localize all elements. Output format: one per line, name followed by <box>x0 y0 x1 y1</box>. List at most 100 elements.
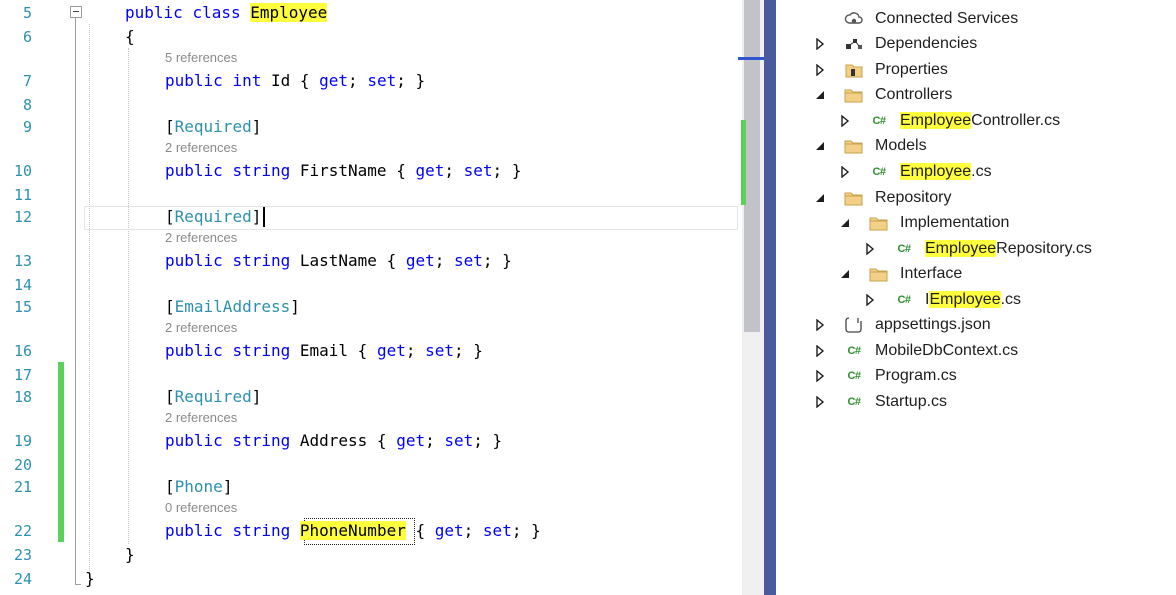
collapsed-arrow-icon[interactable] <box>814 390 826 414</box>
label-rest: Controller.cs <box>971 112 1061 129</box>
label-highlight: Employee <box>929 291 1001 308</box>
collapsed-arrow-icon[interactable] <box>839 160 851 184</box>
outline-end <box>75 584 81 585</box>
dependencies-icon <box>844 32 864 56</box>
code-token: get <box>376 341 406 360</box>
tree-item-label: Implementation <box>900 214 1010 231</box>
code-line[interactable]: public class Employee <box>125 2 328 24</box>
collapsed-arrow-icon[interactable] <box>814 339 826 363</box>
code-token: ; <box>444 161 464 180</box>
codelens-references[interactable]: 2 references <box>165 410 237 426</box>
tree-item[interactable]: C# IEmployee.cs <box>776 288 1176 312</box>
codelens-references[interactable]: 2 references <box>165 320 237 336</box>
code-token: get <box>319 71 349 90</box>
panel-divider[interactable] <box>764 0 776 595</box>
expanded-arrow-icon[interactable] <box>814 186 826 210</box>
code-token: { <box>405 521 435 540</box>
tree-item[interactable]: Repository <box>776 186 1176 210</box>
line-number: 11 <box>13 186 32 204</box>
codelens-references[interactable]: 0 references <box>165 500 237 516</box>
codelens-references[interactable]: 2 references <box>165 230 237 246</box>
code-token: ; <box>463 521 483 540</box>
code-token: ; <box>348 71 368 90</box>
code-line[interactable]: public string LastName { get; set; } <box>165 250 512 272</box>
text-caret <box>263 207 265 227</box>
code-line[interactable]: [Required] <box>165 386 261 408</box>
csharp-file-icon: C# <box>872 115 886 127</box>
collapsed-arrow-icon[interactable] <box>864 288 876 312</box>
scrollbar-change-marker <box>741 120 746 205</box>
codelens-references[interactable]: 2 references <box>165 140 237 156</box>
code-line[interactable]: } <box>125 544 135 566</box>
code-token: ; } <box>396 71 426 90</box>
code-token: Required <box>174 117 252 136</box>
code-line[interactable]: [Required] <box>165 206 261 228</box>
line-number: 20 <box>13 456 32 474</box>
label-highlight: Employee <box>900 112 972 129</box>
code-token: set <box>482 521 512 540</box>
change-marker <box>58 362 64 542</box>
expanded-arrow-icon[interactable] <box>839 211 851 235</box>
code-line[interactable]: { <box>125 26 135 48</box>
connected-services-icon <box>844 7 864 31</box>
collapse-region-icon[interactable] <box>70 6 82 18</box>
code-token: public <box>165 251 223 270</box>
code-line[interactable]: public string PhoneNumber { get; set; } <box>165 520 541 542</box>
tree-item[interactable]: C# Program.cs <box>776 364 1176 388</box>
csharp-file-icon: C# <box>872 166 886 178</box>
code-token: Required <box>174 207 252 226</box>
tree-item[interactable]: C# EmployeeController.cs <box>776 109 1176 133</box>
csharp-file-icon: C# <box>847 370 861 382</box>
collapsed-arrow-icon[interactable] <box>814 313 826 337</box>
tree-item-label: EmployeeRepository.cs <box>925 237 1092 261</box>
expanded-arrow-icon[interactable] <box>814 134 826 158</box>
code-token: public <box>165 341 223 360</box>
scrollbar-caret-marker <box>738 57 764 60</box>
code-token: [ <box>165 387 175 406</box>
tree-item[interactable]: Implementation <box>776 211 1176 235</box>
code-line[interactable]: [EmailAddress] <box>165 296 300 318</box>
code-line[interactable]: } <box>85 568 95 590</box>
code-token: class <box>192 3 241 22</box>
code-editor[interactable]: 5 public class Employee 6 {7 5 references pub… <box>0 0 742 595</box>
code-token: ; <box>405 341 426 360</box>
collapsed-arrow-icon[interactable] <box>814 364 826 388</box>
code-token: public <box>165 431 223 450</box>
code-line[interactable]: public string FirstName { get; set; } <box>165 160 521 182</box>
tree-item-label: Repository <box>875 189 952 206</box>
collapsed-arrow-icon[interactable] <box>814 58 826 82</box>
tree-item[interactable]: C# Startup.cs <box>776 390 1176 414</box>
tree-item-label: Program.cs <box>875 367 957 384</box>
tree-item[interactable]: C# MobileDbContext.cs <box>776 339 1176 363</box>
code-line[interactable]: public string Address { get; set; } <box>165 430 502 452</box>
code-token: Phone <box>174 477 223 496</box>
collapsed-arrow-icon[interactable] <box>814 32 826 56</box>
code-token: Address { <box>290 431 397 450</box>
line-number: 13 <box>13 252 32 270</box>
tree-item[interactable]: Models <box>776 134 1176 158</box>
code-line[interactable]: public int Id { get; set; } <box>165 70 425 92</box>
tree-item[interactable]: Properties <box>776 58 1176 82</box>
tree-item[interactable]: C# EmployeeRepository.cs <box>776 237 1176 261</box>
scrollbar-thumb[interactable] <box>744 0 760 332</box>
expanded-arrow-icon[interactable] <box>814 83 826 107</box>
tree-item[interactable]: appsettings.json <box>776 313 1176 337</box>
collapsed-arrow-icon[interactable] <box>839 109 851 133</box>
tree-item[interactable]: C# Employee.cs <box>776 160 1176 184</box>
code-token: ; } <box>454 341 483 360</box>
code-line[interactable]: [Phone] <box>165 476 232 498</box>
code-line[interactable]: public string Email { get; set; } <box>165 340 483 362</box>
collapsed-arrow-icon[interactable] <box>864 237 876 261</box>
tree-item[interactable]: Controllers <box>776 83 1176 107</box>
code-token: public <box>165 71 223 90</box>
expanded-arrow-icon[interactable] <box>839 262 851 286</box>
tree-item[interactable]: Connected Services <box>776 7 1176 31</box>
tree-item[interactable]: Interface <box>776 262 1176 286</box>
tree-item[interactable]: Dependencies <box>776 32 1176 56</box>
codelens-references[interactable]: 5 references <box>165 50 237 66</box>
code-token: } <box>85 569 95 588</box>
tree-item-label: Models <box>875 137 927 154</box>
code-line[interactable]: [Required] <box>165 116 261 138</box>
